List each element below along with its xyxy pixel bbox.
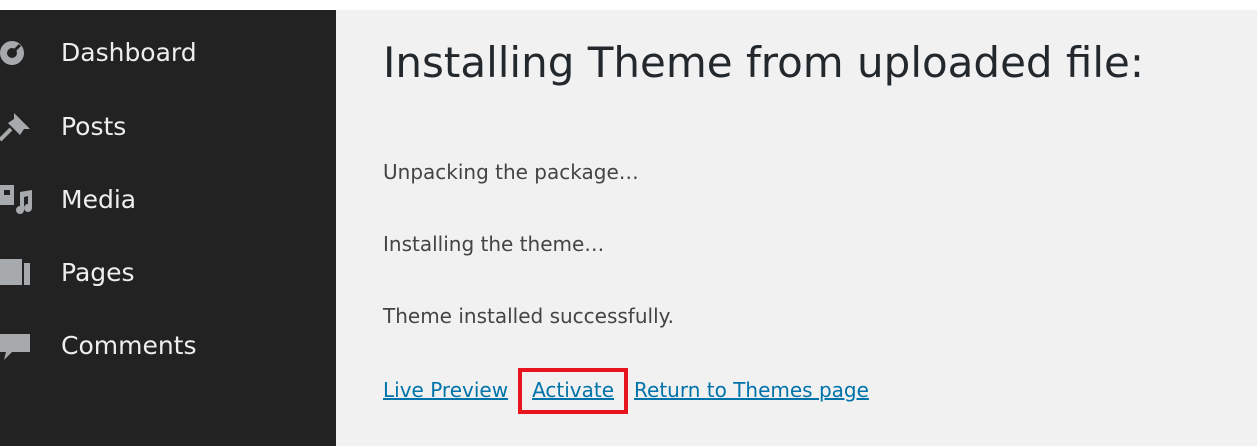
admin-sidebar: Dashboard Posts Media Pages Comments xyxy=(0,10,336,446)
sidebar-item-media[interactable]: Media xyxy=(0,169,336,229)
sidebar-item-pages[interactable]: Pages xyxy=(0,242,336,302)
live-preview-link[interactable]: Live Preview xyxy=(383,378,508,402)
pin-icon xyxy=(0,106,42,146)
action-links: Live Preview Activate Return to Themes pag… xyxy=(383,368,869,414)
sidebar-item-label: Pages xyxy=(61,257,135,287)
status-message: Installing the theme… xyxy=(383,232,605,256)
return-to-themes-link[interactable]: Return to Themes page xyxy=(634,378,869,402)
sidebar-item-posts[interactable]: Posts xyxy=(0,96,336,156)
pages-icon xyxy=(0,252,42,292)
status-message: Unpacking the package… xyxy=(383,160,639,184)
sidebar-item-comments[interactable]: Comments xyxy=(0,315,336,375)
sidebar-item-label: Media xyxy=(61,184,137,214)
media-icon xyxy=(0,179,42,219)
sidebar-item-label: Dashboard xyxy=(61,37,197,67)
top-cropped-strip xyxy=(0,0,1257,10)
activate-link[interactable]: Activate xyxy=(532,378,614,402)
main-content: Installing Theme from uploaded file: Unp… xyxy=(336,10,1257,446)
sidebar-item-label: Posts xyxy=(61,111,127,141)
status-message: Theme installed successfully. xyxy=(383,304,674,328)
sidebar-item-label: Comments xyxy=(61,330,197,360)
sidebar-item-dashboard[interactable]: Dashboard xyxy=(0,22,336,82)
page-title: Installing Theme from uploaded file: xyxy=(383,38,1145,87)
activate-highlight-box: Activate xyxy=(518,368,629,414)
dashboard-icon xyxy=(0,32,42,72)
comment-icon xyxy=(0,325,42,365)
